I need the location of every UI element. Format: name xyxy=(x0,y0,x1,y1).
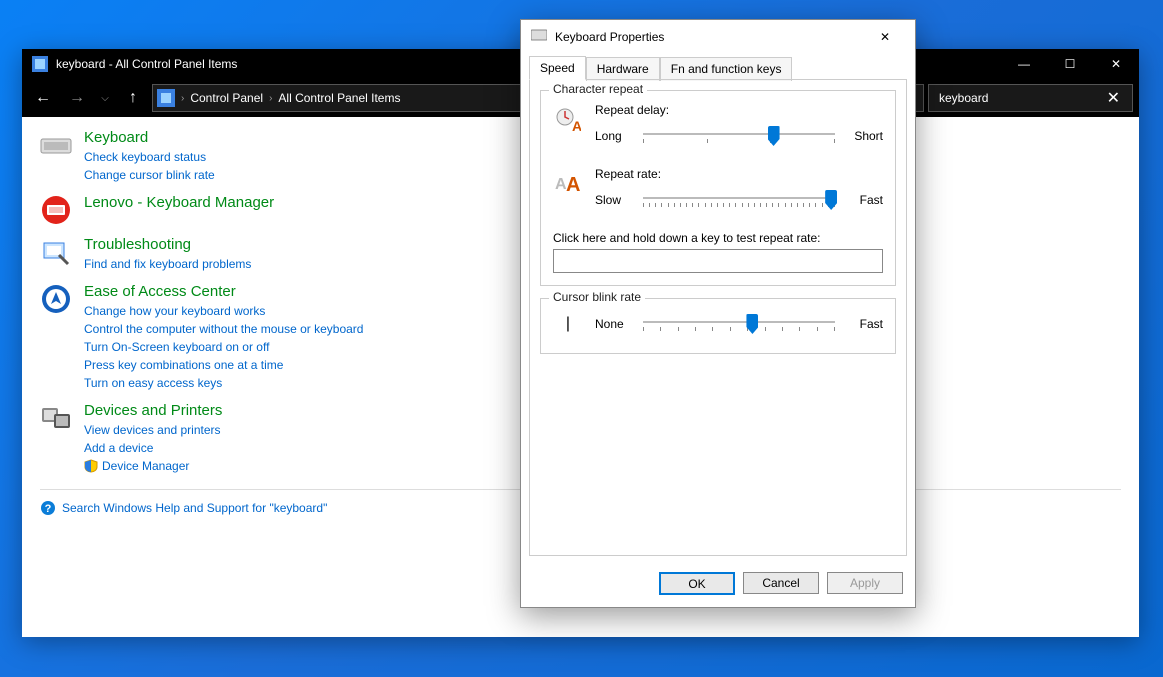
shield-icon xyxy=(84,459,98,473)
cursor-preview-icon: | xyxy=(553,311,583,337)
dialog-title: Keyboard Properties xyxy=(555,30,664,44)
delay-min-label: Long xyxy=(595,129,631,143)
dialog-close-button[interactable]: ✕ xyxy=(865,22,905,52)
link-blink-rate[interactable]: Change cursor blink rate xyxy=(84,166,215,184)
lenovo-icon xyxy=(40,194,72,226)
devices-icon xyxy=(40,402,72,434)
clear-search-icon[interactable]: ✕ xyxy=(1103,88,1124,108)
result-title[interactable]: Devices and Printers xyxy=(84,402,222,419)
result-title[interactable]: Lenovo - Keyboard Manager xyxy=(84,194,274,211)
link-find-fix[interactable]: Find and fix keyboard problems xyxy=(84,255,251,273)
repeat-rate-icon: AA xyxy=(553,167,583,213)
link-add-device[interactable]: Add a device xyxy=(84,439,222,457)
blink-min-label: None xyxy=(595,317,631,331)
back-button[interactable]: ← xyxy=(28,83,58,113)
forward-button[interactable]: → xyxy=(62,83,92,113)
result-title[interactable]: Troubleshooting xyxy=(84,236,251,253)
tab-strip: Speed Hardware Fn and function keys xyxy=(521,56,915,80)
group-label: Character repeat xyxy=(549,82,647,96)
chevron-right-icon: › xyxy=(181,93,184,104)
dialog-buttons: OK Cancel Apply xyxy=(521,564,915,607)
keyboard-icon xyxy=(531,29,547,45)
group-label: Cursor blink rate xyxy=(549,290,645,304)
minimize-button[interactable]: — xyxy=(1001,49,1047,79)
control-panel-icon xyxy=(157,89,175,107)
footer-text: Search Windows Help and Support for "key… xyxy=(62,501,327,515)
repeat-test-input[interactable] xyxy=(553,249,883,273)
test-label: Click here and hold down a key to test r… xyxy=(553,231,883,245)
link-check-status[interactable]: Check keyboard status xyxy=(84,148,215,166)
help-icon: ? xyxy=(40,500,56,516)
link-view-devices[interactable]: View devices and printers xyxy=(84,421,222,439)
tab-body: Character repeat A Repeat delay: Long S xyxy=(529,79,907,556)
group-cursor-blink: Cursor blink rate | None Fast xyxy=(540,298,896,354)
link-change-keyboard[interactable]: Change how your keyboard works xyxy=(84,302,363,320)
blink-rate-slider[interactable] xyxy=(643,311,835,337)
search-box[interactable]: ✕ xyxy=(928,84,1133,112)
maximize-button[interactable]: ☐ xyxy=(1047,49,1093,79)
search-input[interactable] xyxy=(937,90,1103,106)
rate-min-label: Slow xyxy=(595,193,631,207)
app-icon xyxy=(32,56,48,72)
tab-hardware[interactable]: Hardware xyxy=(586,57,660,81)
repeat-rate-label: Repeat rate: xyxy=(595,167,883,181)
repeat-delay-icon: A xyxy=(553,103,583,149)
rate-max-label: Fast xyxy=(847,193,883,207)
slider-thumb[interactable] xyxy=(768,126,780,146)
cancel-button[interactable]: Cancel xyxy=(743,572,819,594)
slider-thumb[interactable] xyxy=(746,314,758,334)
ease-icon xyxy=(40,283,72,315)
slider-thumb[interactable] xyxy=(825,190,837,210)
up-button[interactable]: ↑ xyxy=(118,83,148,113)
result-title[interactable]: Ease of Access Center xyxy=(84,283,363,300)
tab-speed[interactable]: Speed xyxy=(529,56,586,80)
blink-max-label: Fast xyxy=(847,317,883,331)
tab-fn-keys[interactable]: Fn and function keys xyxy=(660,57,793,81)
keyboard-properties-dialog: Keyboard Properties ✕ Speed Hardware Fn … xyxy=(520,19,916,608)
repeat-delay-slider[interactable] xyxy=(643,123,835,149)
repeat-rate-slider[interactable] xyxy=(643,187,835,213)
breadcrumb-root[interactable]: Control Panel xyxy=(190,91,263,105)
apply-button[interactable]: Apply xyxy=(827,572,903,594)
keyboard-icon xyxy=(40,129,72,161)
repeat-delay-label: Repeat delay: xyxy=(595,103,883,117)
window-title: keyboard - All Control Panel Items xyxy=(56,57,237,71)
history-dropdown[interactable]: ⌵ xyxy=(96,83,114,113)
close-button[interactable]: ✕ xyxy=(1093,49,1139,79)
group-character-repeat: Character repeat A Repeat delay: Long S xyxy=(540,90,896,286)
troubleshoot-icon xyxy=(40,236,72,268)
link-without-mouse[interactable]: Control the computer without the mouse o… xyxy=(84,320,363,338)
result-title[interactable]: Keyboard xyxy=(84,129,215,146)
breadcrumb-current[interactable]: All Control Panel Items xyxy=(278,91,400,105)
svg-text:A: A xyxy=(566,174,580,193)
ok-button[interactable]: OK xyxy=(659,572,735,595)
svg-text:?: ? xyxy=(45,503,52,515)
link-easy-access[interactable]: Turn on easy access keys xyxy=(84,374,363,392)
link-device-manager[interactable]: Device Manager xyxy=(102,457,189,475)
delay-max-label: Short xyxy=(847,129,883,143)
link-key-combo[interactable]: Press key combinations one at a time xyxy=(84,356,363,374)
chevron-right-icon: › xyxy=(269,93,272,104)
link-osk[interactable]: Turn On-Screen keyboard on or off xyxy=(84,338,363,356)
svg-text:A: A xyxy=(572,118,581,133)
dialog-titlebar[interactable]: Keyboard Properties ✕ xyxy=(521,20,915,54)
